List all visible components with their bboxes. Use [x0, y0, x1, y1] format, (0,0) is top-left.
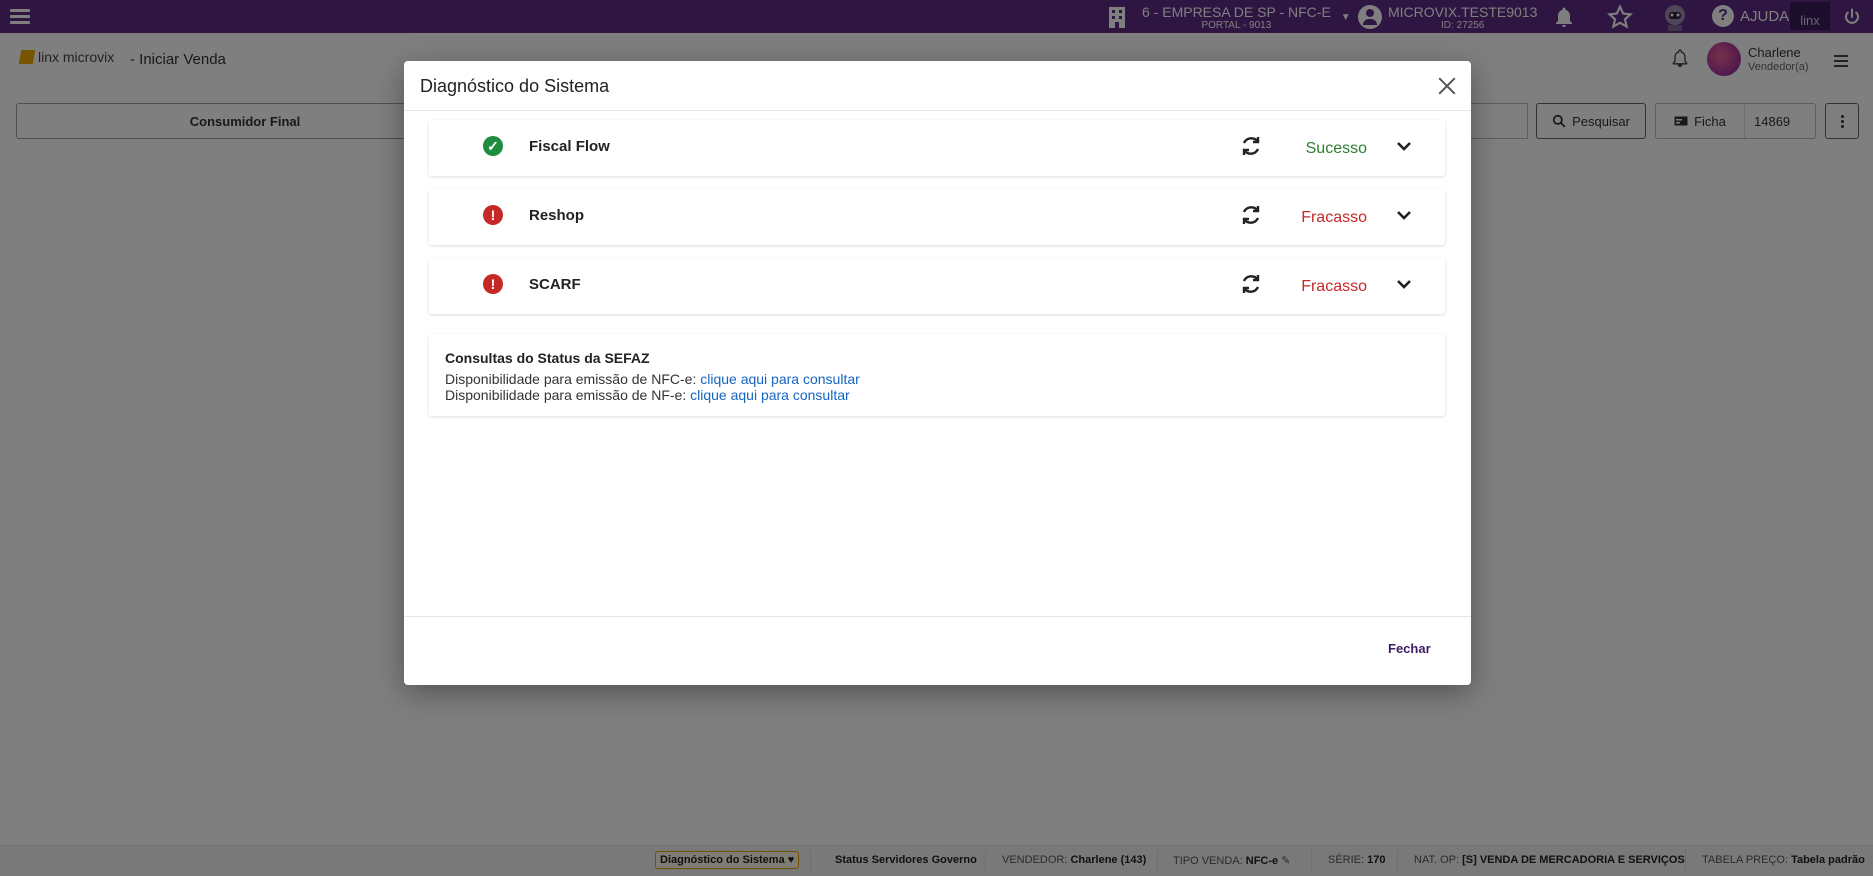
nfe-consult-link[interactable]: clique aqui para consultar: [690, 387, 850, 403]
refresh-icon[interactable]: [1239, 203, 1263, 227]
service-status: Fracasso: [1301, 209, 1367, 226]
service-name: Fiscal Flow: [529, 138, 610, 155]
diagnostic-dialog: Diagnóstico do Sistema ✓ Fiscal Flow Suc…: [404, 61, 1471, 685]
nfe-text: Disponibilidade para emissão de NF-e:: [445, 387, 691, 403]
close-icon[interactable]: [1436, 75, 1458, 97]
chevron-down-icon[interactable]: [1394, 136, 1414, 156]
error-alert-icon: !: [483, 205, 503, 225]
service-name: Reshop: [529, 207, 585, 224]
refresh-icon[interactable]: [1239, 134, 1263, 158]
sefaz-nfce-line: Disponibilidade para emissão de NFC-e: c…: [445, 371, 860, 387]
nfce-consult-link[interactable]: clique aqui para consultar: [700, 371, 860, 387]
service-status: Fracasso: [1301, 278, 1367, 295]
service-name: SCARF: [529, 276, 581, 293]
footer-divider: [404, 616, 1471, 617]
header-divider: [404, 110, 1471, 111]
service-row-reshop: ! Reshop Fracasso: [429, 189, 1445, 245]
success-check-icon: ✓: [483, 136, 503, 156]
close-button[interactable]: Fechar: [1388, 641, 1431, 656]
sefaz-title: Consultas do Status da SEFAZ: [445, 350, 650, 366]
sefaz-nfe-line: Disponibilidade para emissão de NF-e: cl…: [445, 387, 850, 403]
service-status: Sucesso: [1305, 140, 1367, 157]
service-row-fiscal-flow: ✓ Fiscal Flow Sucesso: [429, 120, 1445, 176]
sefaz-status-card: Consultas do Status da SEFAZ Disponibili…: [429, 334, 1445, 416]
refresh-icon[interactable]: [1239, 272, 1263, 296]
chevron-down-icon[interactable]: [1394, 205, 1414, 225]
error-alert-icon: !: [483, 274, 503, 294]
nfce-text: Disponibilidade para emissão de NFC-e:: [445, 371, 701, 387]
dialog-title: Diagnóstico do Sistema: [420, 76, 610, 96]
chevron-down-icon[interactable]: [1394, 274, 1414, 294]
service-row-scarf: ! SCARF Fracasso: [429, 258, 1445, 314]
